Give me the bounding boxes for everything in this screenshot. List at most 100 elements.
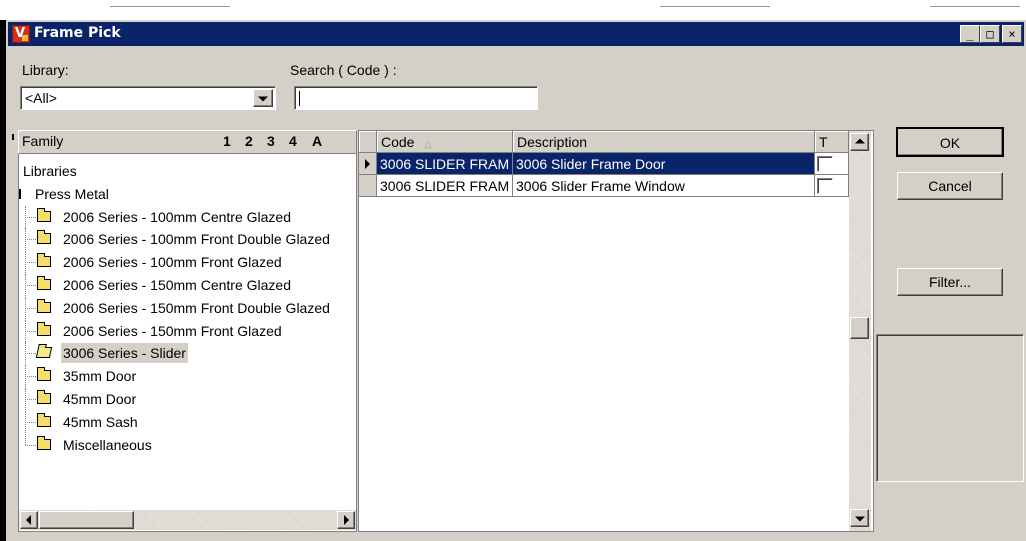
library-dropdown-button[interactable] — [253, 89, 273, 107]
sort-ascending-icon: △ — [424, 139, 433, 150]
tree-scroll-thumb[interactable] — [39, 511, 134, 529]
tree-connector — [25, 444, 36, 446]
library-label: Library: — [22, 62, 69, 78]
t-checkbox[interactable] — [817, 156, 833, 172]
tree-item-label: 2006 Series - 150mm Front Glazed — [63, 322, 282, 339]
window-title: Frame Pick — [34, 25, 121, 41]
family-level-all-button[interactable]: A — [312, 133, 322, 149]
cancel-button[interactable]: Cancel — [897, 172, 1003, 200]
cell-description[interactable]: 3006 Slider Frame Window — [513, 175, 815, 197]
tree-connector — [25, 205, 26, 228]
background-window-strip — [0, 0, 1026, 20]
folder-icon — [37, 298, 51, 313]
row-indicator[interactable] — [359, 153, 377, 175]
chevron-up-icon — [854, 138, 865, 144]
tree-connector — [25, 342, 26, 365]
cell-code[interactable]: 3006 SLIDER FRAM — [377, 175, 513, 197]
tree-connector — [25, 353, 36, 355]
tree-item-label: 2006 Series - 100mm Front Glazed — [63, 254, 282, 271]
scroll-down-button[interactable] — [850, 509, 869, 527]
tree-item-label: Libraries — [23, 163, 77, 179]
search-label: Search ( Code ) : — [290, 62, 397, 78]
tree-connector — [25, 330, 36, 332]
filter-button[interactable]: Filter... — [897, 268, 1003, 296]
scroll-right-button[interactable] — [337, 511, 355, 529]
tree-connector — [25, 239, 36, 241]
tree-connector — [25, 296, 26, 319]
folder-icon — [37, 367, 51, 382]
column-t-label: T — [819, 134, 828, 150]
search-input[interactable] — [294, 86, 538, 110]
tree-items: Libraries Press Metal 2006 Series - 100mm … — [19, 160, 354, 500]
tree-item-label: 45mm Sash — [63, 413, 138, 430]
tree-connector — [25, 421, 36, 423]
filter-button-label: Filter... — [928, 274, 971, 290]
family-level-3-button[interactable]: 3 — [267, 133, 275, 149]
cell-t — [815, 175, 849, 197]
row-indicator-header — [359, 131, 377, 153]
grid-scroll-thumb[interactable] — [850, 317, 869, 339]
folder-icon — [37, 230, 51, 245]
folder-icon — [37, 207, 51, 222]
cell-code[interactable]: 3006 SLIDER FRAM — [377, 153, 513, 175]
family-header[interactable]: Family 1 2 3 4 A — [18, 130, 357, 154]
tree-connector — [25, 216, 36, 218]
close-button[interactable]: × — [1002, 25, 1022, 43]
library-value: <All> — [25, 90, 57, 106]
tree-edge-marker — [12, 134, 14, 140]
library-combobox[interactable]: <All> — [20, 86, 276, 110]
tree-item-label: 2006 Series - 100mm Centre Glazed — [63, 208, 291, 225]
tree-connector — [25, 228, 26, 251]
family-level-2-button[interactable]: 2 — [245, 133, 253, 149]
folder-icon — [37, 412, 51, 427]
tree-connector — [25, 251, 26, 274]
family-level-4-button[interactable]: 4 — [289, 133, 297, 149]
family-header-label: Family — [22, 133, 64, 149]
maximize-button[interactable]: □ — [980, 25, 1000, 43]
tree-item-label: 2006 Series - 150mm Front Double Glazed — [63, 299, 330, 316]
tree-horizontal-scrollbar[interactable] — [19, 510, 356, 530]
minimize-button[interactable]: _ — [960, 25, 980, 43]
t-checkbox[interactable] — [817, 178, 833, 194]
tree-item-label: 2006 Series - 150mm Centre Glazed — [63, 277, 291, 293]
ok-button[interactable]: OK — [896, 127, 1004, 157]
tree-connector — [25, 319, 26, 342]
tree-connector — [25, 307, 36, 309]
folder-icon — [37, 276, 51, 290]
tree-connector — [25, 274, 26, 296]
chevron-down-icon — [854, 516, 865, 522]
column-header-description[interactable]: Description — [513, 131, 815, 153]
tree-connector — [25, 376, 36, 378]
tree-connector — [25, 262, 36, 264]
folder-icon — [37, 435, 51, 450]
tree-item-label: 35mm Door — [63, 368, 137, 385]
tree-item-label: 2006 Series - 100mm Front Double Glazed — [63, 231, 330, 248]
cell-description[interactable]: 3006 Slider Frame Door — [513, 153, 815, 175]
column-header-t[interactable]: T — [815, 131, 849, 153]
tree-connector — [25, 433, 26, 445]
tree-connector — [25, 285, 36, 286]
title-bar[interactable]: V Frame Pick _ □ × — [8, 22, 1024, 46]
row-indicator[interactable] — [359, 175, 377, 197]
tree-connector — [25, 388, 26, 410]
family-level-1-button[interactable]: 1 — [223, 133, 231, 149]
tree-connector — [25, 399, 36, 400]
family-tree[interactable]: Libraries Press Metal 2006 Series - 100mm … — [18, 154, 357, 532]
current-row-arrow-icon — [365, 158, 370, 169]
tree-connector — [25, 410, 26, 433]
scroll-up-button[interactable] — [850, 133, 869, 151]
folder-icon — [37, 253, 51, 268]
tree-item-label: Miscellaneous — [63, 436, 152, 453]
grid-vertical-scrollbar[interactable] — [849, 131, 871, 531]
tree-connector — [25, 365, 26, 388]
folder-icon — [37, 390, 51, 404]
tree-item-label: Press Metal — [35, 185, 109, 202]
tree-item-label: 45mm Door — [63, 391, 137, 407]
column-header-code[interactable]: Code △ — [377, 131, 513, 153]
chevron-right-icon — [344, 515, 349, 525]
folder-open-icon — [35, 347, 53, 359]
scroll-left-button[interactable] — [20, 511, 38, 529]
frames-grid[interactable]: Code △ Description T 3006 SLIDER FRAM 30… — [358, 130, 874, 532]
preview-panel — [876, 334, 1024, 482]
column-code-label: Code — [381, 134, 415, 150]
